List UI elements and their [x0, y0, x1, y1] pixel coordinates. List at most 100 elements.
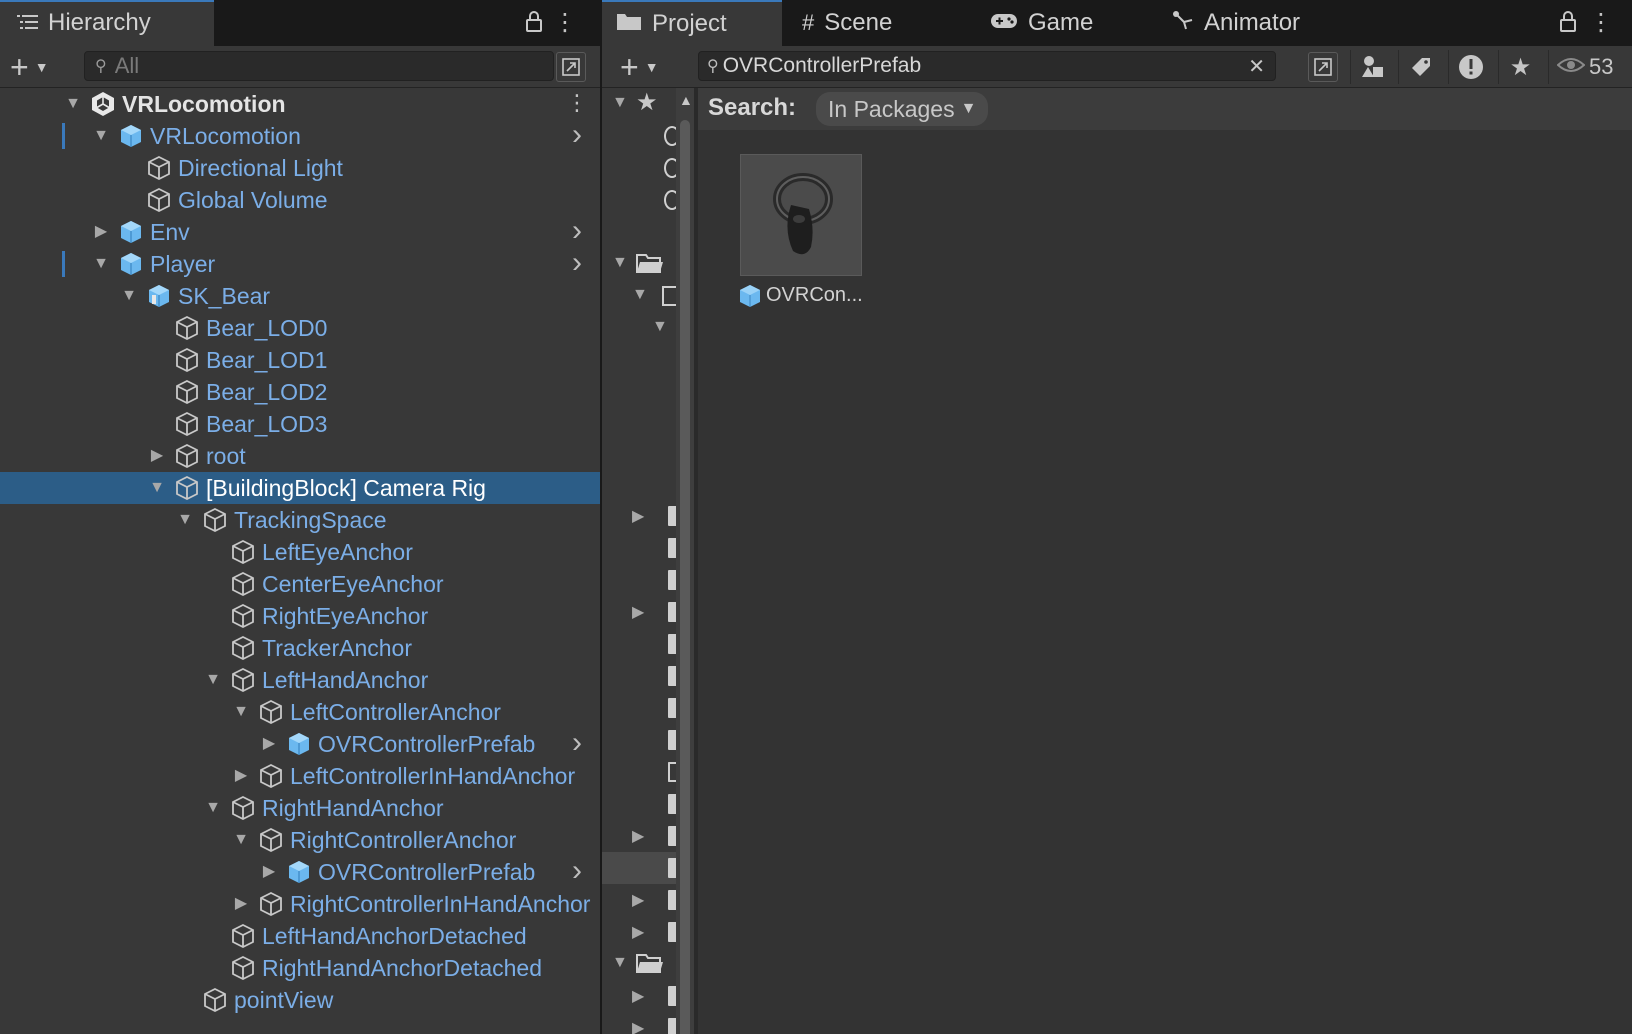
- project-search-input[interactable]: [722, 54, 1249, 78]
- folder-tree-row[interactable]: ▶: [602, 596, 678, 628]
- filter-by-log-type-icon[interactable]: [1448, 50, 1492, 84]
- hierarchy-row[interactable]: ▼ SK_Bear: [0, 280, 600, 312]
- open-prefab-chevron-icon[interactable]: ›: [572, 214, 582, 248]
- expand-arrow-down-icon[interactable]: ▼: [612, 254, 628, 272]
- expand-arrow-right-icon[interactable]: ▶: [632, 922, 644, 942]
- folder-tree-row[interactable]: ▶: [602, 884, 678, 916]
- folder-tree-row[interactable]: [602, 152, 680, 184]
- folder-tree-row[interactable]: ▼ ★: [602, 88, 676, 120]
- folder-tree-row[interactable]: [602, 756, 678, 788]
- expand-arrow-right-icon[interactable]: ▶: [632, 506, 644, 526]
- hierarchy-row[interactable]: ▼ LeftControllerAnchor: [0, 696, 600, 728]
- expand-arrow-right-icon[interactable]: ▶: [632, 890, 644, 910]
- hierarchy-row[interactable]: Global Volume: [0, 184, 600, 216]
- filter-by-label-icon[interactable]: [1398, 50, 1442, 84]
- expand-arrow-down-icon[interactable]: ▼: [176, 511, 194, 529]
- expand-arrow-right-icon[interactable]: ▶: [260, 735, 278, 753]
- folder-tree-row[interactable]: [602, 120, 680, 152]
- hierarchy-row[interactable]: ▶ OVRControllerPrefab ›: [0, 726, 600, 760]
- expand-arrow-right-icon[interactable]: ▶: [632, 986, 644, 1006]
- folder-tree-row[interactable]: ▼: [602, 280, 676, 312]
- favorite-star-icon[interactable]: ★: [1498, 50, 1542, 84]
- project-search-window-icon[interactable]: [1308, 52, 1338, 82]
- open-prefab-chevron-icon[interactable]: ›: [572, 854, 582, 888]
- hierarchy-search-input[interactable]: [114, 53, 553, 79]
- hierarchy-row[interactable]: LeftHandAnchorDetached: [0, 920, 600, 952]
- hierarchy-row[interactable]: ▶ RightControllerInHandAnchor: [0, 888, 600, 920]
- expand-arrow-down-icon[interactable]: ▼: [232, 703, 250, 721]
- folder-tree-scrollbar[interactable]: ▲: [676, 88, 694, 1034]
- search-window-icon[interactable]: [556, 52, 586, 82]
- hierarchy-row[interactable]: ▼ VRLocomotion ›: [0, 118, 600, 152]
- expand-arrow-down-icon[interactable]: ▼: [64, 95, 82, 113]
- hierarchy-row[interactable]: ▼ [BuildingBlock] Camera Rig: [0, 472, 600, 504]
- folder-tree-row[interactable]: ▼: [602, 248, 676, 280]
- expand-arrow-down-icon[interactable]: ▼: [632, 286, 648, 304]
- hierarchy-row[interactable]: Bear_LOD0: [0, 312, 600, 344]
- folder-tree-row[interactable]: [602, 564, 678, 596]
- project-create-dropdown-button[interactable]: + ▼: [610, 47, 664, 87]
- expand-arrow-down-icon[interactable]: ▼: [612, 94, 628, 112]
- visibility-toggle[interactable]: 53: [1548, 50, 1632, 84]
- folder-tree-row[interactable]: [602, 628, 678, 660]
- scene-root-row[interactable]: ▼ VRLocomotion ⋮: [0, 88, 600, 120]
- hierarchy-row[interactable]: ▼ RightHandAnchor: [0, 792, 600, 824]
- project-lock-icon[interactable]: [1554, 8, 1582, 36]
- expand-arrow-down-icon[interactable]: ▼: [148, 479, 166, 497]
- folder-tree-row[interactable]: ▼: [602, 948, 676, 980]
- hierarchy-row[interactable]: ▼ RightControllerAnchor: [0, 824, 600, 856]
- hierarchy-row[interactable]: Bear_LOD3: [0, 408, 600, 440]
- expand-arrow-down-icon[interactable]: ▼: [612, 954, 628, 972]
- expand-arrow-down-icon[interactable]: ▼: [120, 287, 138, 305]
- hierarchy-row[interactable]: ▼ TrackingSpace: [0, 504, 600, 536]
- hierarchy-row[interactable]: Bear_LOD1: [0, 344, 600, 376]
- expand-arrow-down-icon[interactable]: ▼: [652, 318, 668, 336]
- expand-arrow-down-icon[interactable]: ▼: [204, 799, 222, 817]
- folder-tree-row[interactable]: ▶: [602, 820, 678, 852]
- hierarchy-row[interactable]: ▶ Env ›: [0, 214, 600, 248]
- hierarchy-row[interactable]: CenterEyeAnchor: [0, 568, 600, 600]
- hierarchy-row[interactable]: RightEyeAnchor: [0, 600, 600, 632]
- tab-project[interactable]: Project: [602, 0, 782, 46]
- folder-tree-row[interactable]: [602, 532, 678, 564]
- expand-arrow-down-icon[interactable]: ▼: [204, 671, 222, 689]
- expand-arrow-right-icon[interactable]: ▶: [632, 1018, 644, 1034]
- open-prefab-chevron-icon[interactable]: ›: [572, 118, 582, 152]
- tab-animator[interactable]: Animator: [1172, 0, 1300, 46]
- folder-tree-row[interactable]: [602, 184, 680, 216]
- hierarchy-row[interactable]: pointView: [0, 984, 600, 1016]
- folder-tree-row[interactable]: ▶: [602, 916, 678, 948]
- hierarchy-row[interactable]: ▶ OVRControllerPrefab ›: [0, 854, 600, 888]
- hierarchy-row[interactable]: ▶ LeftControllerInHandAnchor: [0, 760, 600, 792]
- folder-tree-row[interactable]: [602, 724, 678, 756]
- expand-arrow-right-icon[interactable]: ▶: [148, 447, 166, 465]
- folder-tree-row[interactable]: ▶: [602, 980, 678, 1012]
- hierarchy-row[interactable]: ▼ Player ›: [0, 246, 600, 280]
- expand-arrow-right-icon[interactable]: ▶: [260, 863, 278, 881]
- scrollbar-thumb[interactable]: [680, 120, 690, 1034]
- open-prefab-chevron-icon[interactable]: ›: [572, 246, 582, 280]
- filter-by-type-icon[interactable]: [1350, 50, 1394, 84]
- folder-tree-row[interactable]: [602, 788, 678, 820]
- hierarchy-row[interactable]: LeftEyeAnchor: [0, 536, 600, 568]
- hierarchy-row[interactable]: Directional Light: [0, 152, 600, 184]
- search-scope-dropdown[interactable]: In Packages ▼: [816, 92, 989, 126]
- project-more-options-icon[interactable]: ⋮: [1589, 8, 1613, 36]
- expand-arrow-right-icon[interactable]: ▶: [632, 602, 644, 622]
- expand-arrow-right-icon[interactable]: ▶: [632, 826, 644, 846]
- scroll-up-arrow-icon[interactable]: ▲: [679, 92, 693, 108]
- folder-tree-row[interactable]: ▼: [602, 312, 676, 344]
- folder-tree-row[interactable]: [602, 692, 678, 724]
- expand-arrow-right-icon[interactable]: ▶: [232, 767, 250, 785]
- folder-tree-row[interactable]: [602, 660, 678, 692]
- lock-icon[interactable]: [520, 8, 548, 36]
- more-options-icon[interactable]: ⋮: [553, 8, 577, 36]
- expand-arrow-down-icon[interactable]: ▼: [92, 255, 110, 273]
- expand-arrow-down-icon[interactable]: ▼: [232, 831, 250, 849]
- folder-tree-row[interactable]: ▶: [602, 500, 678, 532]
- tab-scene[interactable]: # Scene: [802, 0, 892, 46]
- folder-tree-row[interactable]: [602, 852, 678, 884]
- tab-hierarchy[interactable]: Hierarchy: [0, 0, 214, 46]
- open-prefab-chevron-icon[interactable]: ›: [572, 726, 582, 760]
- tab-game[interactable]: Game: [990, 0, 1093, 46]
